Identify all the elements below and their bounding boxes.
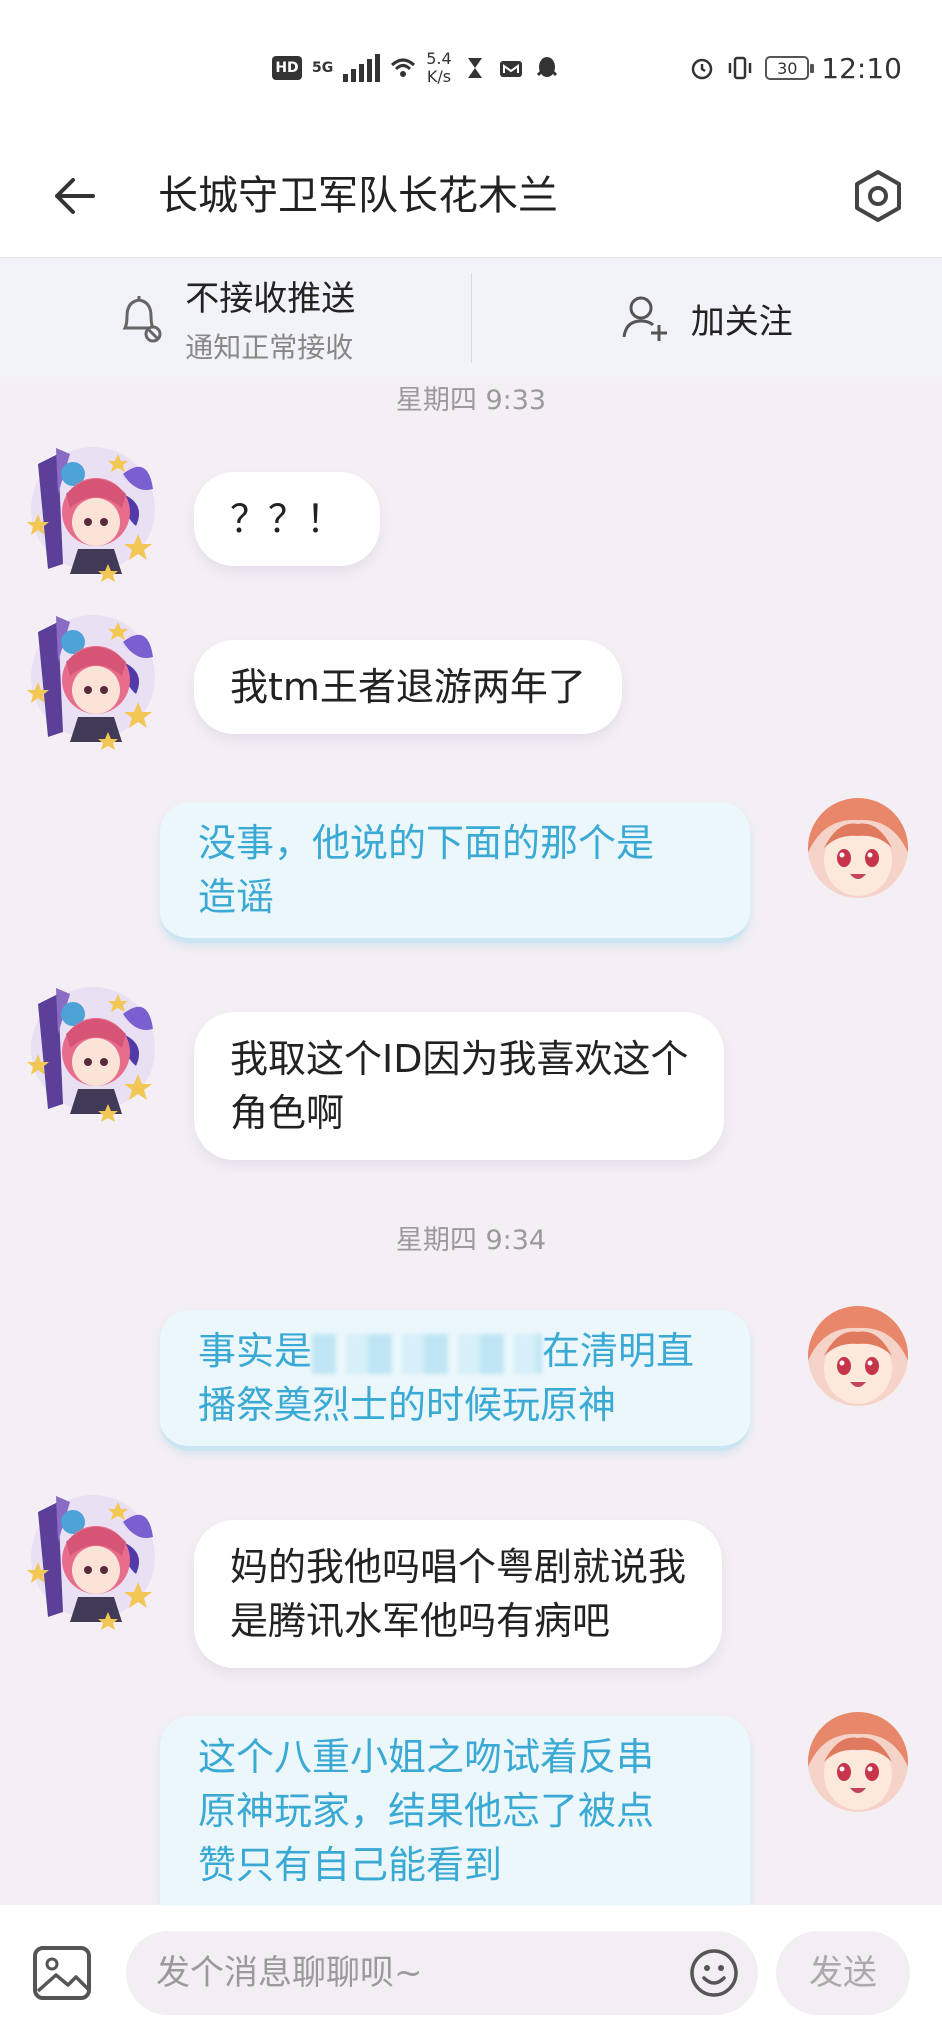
push-text: 不接收推送 通知正常接收	[185, 271, 355, 366]
network-type: 5G	[312, 60, 334, 76]
vibrate-icon	[729, 56, 752, 80]
message-text: 我tm王者退游两年了	[230, 665, 586, 709]
mail-app-icon	[499, 61, 522, 77]
wifi-icon	[391, 58, 416, 77]
message-text: 这个八重小姐之吻试着反串	[198, 1735, 655, 1779]
emoji-icon[interactable]	[688, 1947, 740, 1999]
follow-button[interactable]: 加关注	[472, 259, 942, 377]
message-text: ？？！	[230, 497, 345, 541]
message-text: 在清明直	[542, 1329, 695, 1373]
message-text: 原神玩家，结果他忘了被点	[198, 1789, 655, 1833]
message-bubble-outgoing[interactable]: 这个八重小姐之吻试着反串 原神玩家，结果他忘了被点 赞只有自己能看到	[160, 1716, 750, 1905]
gear-icon	[855, 170, 901, 222]
clock: 12:10	[821, 51, 902, 85]
message-bubble-incoming[interactable]: 我tm王者退游两年了	[194, 640, 622, 734]
speed-unit: K/s	[426, 67, 452, 86]
alarm-icon	[692, 58, 713, 80]
push-label: 不接收推送	[185, 278, 356, 319]
qq-icon	[536, 57, 557, 77]
follow-label: 加关注	[690, 301, 793, 342]
message-text: 播祭奠烈士的时候玩原神	[198, 1383, 617, 1427]
contact-avatar[interactable]	[18, 1482, 168, 1632]
message-text: 我取这个ID因为我喜欢这个	[230, 1037, 689, 1081]
message-bubble-incoming[interactable]: 妈的我他吗唱个粤剧就说我 是腾讯水军他吗有病吧	[194, 1520, 723, 1668]
hourglass-icon	[467, 58, 482, 78]
speed-value: 5.4	[426, 49, 452, 68]
message-text: 赞只有自己能看到	[198, 1843, 503, 1887]
message-text: 没事，他说的下面的那个是	[198, 821, 655, 865]
send-button[interactable]: 发送	[776, 1931, 910, 2015]
contact-avatar[interactable]	[18, 434, 168, 584]
message-text: 妈的我他吗唱个粤剧就说我	[230, 1545, 687, 1589]
status-right: 30 12:10	[689, 48, 902, 88]
contact-avatar[interactable]	[18, 602, 168, 752]
message-bubble-incoming[interactable]: ？？！	[194, 472, 381, 566]
message-bubble-incoming[interactable]: 我取这个ID因为我喜欢这个 角色啊	[194, 1012, 725, 1160]
self-avatar[interactable]	[808, 798, 908, 898]
contact-avatar[interactable]	[18, 974, 168, 1124]
chat-header: 长城守卫军队长花木兰	[0, 140, 942, 258]
status-left: HD 5G 5.4 K/s	[272, 48, 560, 88]
back-button[interactable]	[44, 166, 104, 226]
message-text: 角色啊	[230, 1091, 345, 1135]
hd-badge: HD	[272, 56, 302, 80]
chat-title: 长城守卫军队长花木兰	[158, 173, 558, 219]
self-avatar[interactable]	[808, 1306, 908, 1406]
timestamp: 星期四 9:33	[395, 385, 547, 416]
push-sublabel: 通知正常接收	[185, 330, 354, 364]
timestamp: 星期四 9:34	[395, 1225, 547, 1256]
settings-button[interactable]	[844, 162, 912, 230]
signal-icon	[343, 54, 381, 82]
image-icon[interactable]	[32, 1945, 92, 2001]
message-line: 事实是 在清明直	[198, 1324, 712, 1378]
message-bubble-outgoing[interactable]: 事实是 在清明直 播祭奠烈士的时候玩原神	[160, 1310, 750, 1451]
message-text: 是腾讯水军他吗有病吧	[230, 1599, 611, 1643]
message-text: 造谣	[198, 875, 275, 919]
add-user-icon	[622, 296, 667, 341]
message-input-placeholder: 发个消息聊聊呗~	[156, 1953, 423, 1993]
battery-icon: 30	[765, 56, 815, 80]
message-input[interactable]: 发个消息聊聊呗~	[126, 1931, 758, 2015]
push-toggle-button[interactable]: 不接收推送 通知正常接收	[0, 259, 471, 377]
message-bubble-outgoing[interactable]: 没事，他说的下面的那个是 造谣	[160, 802, 750, 943]
status-bar: HD 5G 5.4 K/s 30 12:10	[0, 0, 942, 140]
self-avatar[interactable]	[808, 1712, 908, 1812]
redacted-blur	[312, 1333, 543, 1374]
chat-actions: 不接收推送 通知正常接收 加关注	[0, 259, 942, 377]
message-text: 事实是	[198, 1329, 313, 1373]
network-speed: 5.4 K/s	[426, 50, 451, 86]
bell-off-icon	[122, 296, 162, 343]
arrow-left-icon	[55, 178, 95, 214]
input-bar: 发个消息聊聊呗~ 发送	[0, 1905, 942, 2041]
